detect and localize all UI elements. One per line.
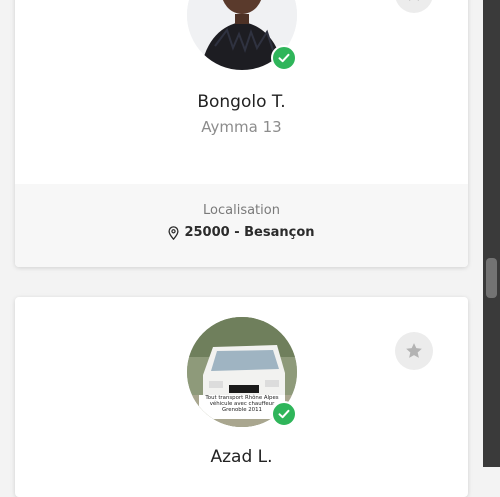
star-icon [409,0,419,1]
provider-name[interactable]: Bongolo T. [15,92,468,112]
location-value: 25000 - Besançon [184,225,315,240]
favorite-button[interactable] [395,0,433,13]
provider-card[interactable]: Bongolo T. Aymma 13 Localisation 25000 -… [15,0,468,267]
verified-badge [271,401,297,427]
page-scrollbar[interactable] [483,0,500,467]
map-pin-icon [168,225,180,240]
check-icon [278,53,290,63]
location-label: Localisation [203,203,280,218]
provider-company: Aymma 13 [201,118,282,136]
scrollbar-thumb[interactable] [486,258,497,298]
star-icon [406,343,422,358]
location-section: Localisation 25000 - Besançon [15,184,468,267]
check-icon [278,409,290,419]
provider-name[interactable]: Azad L. [15,447,468,467]
favorite-button[interactable] [395,332,433,370]
location-value-row: 25000 - Besançon [15,225,468,240]
provider-card[interactable]: Tout transport Rhône Alpes véhicule avec… [15,297,468,497]
verified-badge [271,45,297,71]
